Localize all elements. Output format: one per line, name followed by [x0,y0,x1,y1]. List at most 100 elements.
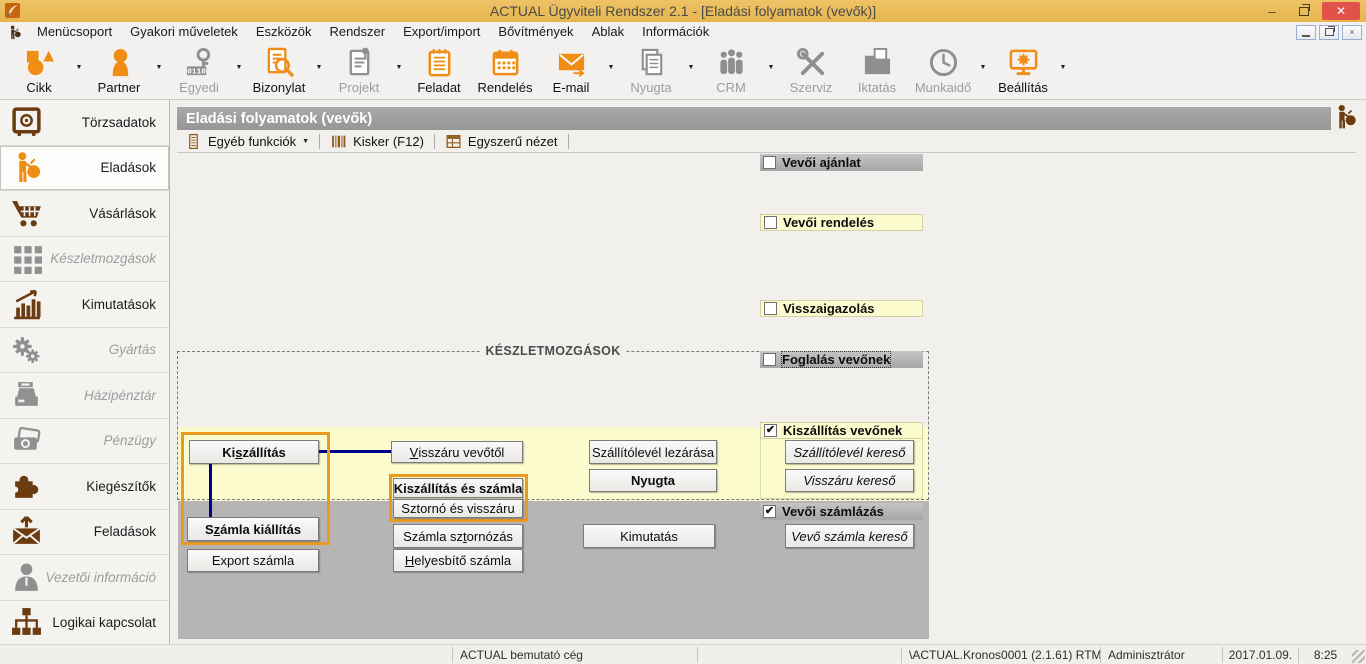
sidebar-item-label: Vezetői információ [45,570,156,585]
checkpoint-visszaigazolas[interactable]: Visszaigazolás [760,300,923,317]
menu-item-menucsoport[interactable]: Menücsoport [28,22,121,42]
toolbar-cikk[interactable]: Cikk [6,45,72,95]
people-icon [716,45,747,78]
toolbar-nyugta[interactable]: Nyugta [618,45,684,95]
checkbox-icon[interactable]: ✔ [763,505,776,518]
button-export-szamla[interactable]: Export számla [187,549,319,572]
button-vevo-szamla-kereso[interactable]: Vevő számla kereső [785,524,914,548]
sidebar-item-logikai-kapcsolat[interactable]: Logikai kapcsolat [0,601,169,646]
checkbox-icon[interactable] [763,353,776,366]
menu-item-ablak[interactable]: Ablak [583,22,634,42]
toolbar-munkaido[interactable]: Munkaidő [910,45,976,95]
sidebar-item-vezetoi-informacio[interactable]: Vezetői információ [0,555,169,601]
toolbar-projekt[interactable]: Projekt [326,45,392,95]
separator [319,134,320,149]
sidebar-item-eladasok[interactable]: Eladások [0,146,169,192]
checkbox-icon[interactable] [764,302,777,315]
sidebar-item-keszletmozgasok[interactable]: Készletmozgások [0,237,169,283]
dropdown-arrow-icon[interactable]: ▼ [976,51,990,84]
button-visszaru-kereso[interactable]: Visszáru kereső [785,469,914,492]
mdi-close-button[interactable]: × [1342,25,1362,40]
toolbar-beallitas[interactable]: Beállítás [990,45,1056,95]
status-cell-1 [3,647,452,663]
menu-item-eszkozok[interactable]: Eszközök [247,22,321,42]
toolbar-rendeles[interactable]: Rendelés [472,45,538,95]
toolbar-crm[interactable]: CRM [698,45,764,95]
button-kimutatas[interactable]: Kimutatás [583,524,715,548]
sidebar-item-gyartas[interactable]: Gyártás [0,328,169,374]
sidebar-item-penzugy[interactable]: Pénzügy [0,419,169,465]
button-szamla-sztornozas[interactable]: Számla sztornózás [393,524,523,548]
toolbar-e-mail[interactable]: E-mail [538,45,604,95]
menu-item-export-import[interactable]: Export/import [394,22,489,42]
dropdown-arrow-icon[interactable]: ▼ [764,51,778,84]
shapes-icon [24,45,55,78]
mdi-minimize-button[interactable] [1296,25,1316,40]
checkbox-icon[interactable] [763,156,776,169]
region-label: KÉSZLETMOZGÁSOK [480,344,625,358]
document-search-icon [264,45,295,78]
toolbar-egyedi[interactable]: 0110Egyedi [166,45,232,95]
dropdown-arrow-icon[interactable]: ▼ [684,51,698,84]
dropdown-arrow-icon[interactable]: ▼ [72,51,86,84]
dropdown-arrow-icon[interactable]: ▼ [1056,51,1070,84]
subtool-egyeb-funkciok[interactable]: Egyéb funkciók▼ [177,132,317,151]
toolbar-partner[interactable]: Partner [86,45,152,95]
toolbar-feladat[interactable]: Feladat [406,45,472,95]
button-nyugta[interactable]: Nyugta [589,469,717,492]
checkpoint-foglalas-vevonek[interactable]: Foglalás vevőnek [760,351,923,368]
button-szallitolevel-kereso[interactable]: Szállítólevél kereső [785,440,914,464]
dropdown-arrow-icon[interactable]: ▼ [152,51,166,84]
sidebar-item-label: Gyártás [52,342,156,357]
checkbox-icon[interactable]: ✔ [764,424,777,437]
dropdown-arrow-icon[interactable]: ▼ [312,51,326,84]
folder-document-icon [862,45,893,78]
monitor-gear-icon [1008,45,1039,78]
sidebar-item-feladasok[interactable]: Feladások [0,510,169,556]
sidebar-item-kiegeszitok[interactable]: Kiegészítők [0,464,169,510]
dropdown-arrow-icon[interactable]: ▼ [232,51,246,84]
subtool-egyszeru-nezet[interactable]: Egyszerű nézet [437,132,566,151]
toolbar-iktatas[interactable]: Iktatás [844,45,910,95]
subtool-kisker-f12[interactable]: Kisker (F12) [322,132,432,151]
button-szamla-kiallitas[interactable]: Számla kiállítás [187,517,319,541]
dropdown-arrow-icon[interactable]: ▼ [604,51,618,84]
mdi-restore-button[interactable] [1319,25,1339,40]
toolbar-szerviz[interactable]: Szerviz [778,45,844,95]
checkpoint-vevoi-rendeles[interactable]: Vevői rendelés [760,214,923,231]
menu-item-gyakori-muveletek[interactable]: Gyakori műveletek [121,22,247,42]
sidebar-item-vasarlasok[interactable]: Vásárlások [0,191,169,237]
restore-button[interactable] [1290,2,1318,20]
title-bar: ACTUAL Ügyviteli Rendszer 2.1 - [Eladási… [0,0,1366,22]
checkpoint-label: Vevői ajánlat [782,155,861,170]
button-sztorno-es-visszaru[interactable]: Sztornó és visszáru [393,499,523,518]
sidebar-item-hazipenztar[interactable]: Házipénztár [0,373,169,419]
cash-register-icon [10,379,52,412]
sidebar-item-kimutatasok[interactable]: Kimutatások [0,282,169,328]
checkpoint-vevoi-ajanlat[interactable]: Vevői ajánlat [760,154,923,171]
resize-grip[interactable] [1352,650,1365,663]
button-kiszallitas[interactable]: Kiszállítás [189,440,319,464]
checkbox-icon[interactable] [764,216,777,229]
checkpoint-vevoi-szamlazas[interactable]: ✔Vevői számlázás [760,503,923,520]
toolbar-label: Beállítás [998,80,1048,95]
calendar-icon [490,45,521,78]
button-szallitolevel-lezarasa[interactable]: Szállítólevél lezárása [589,440,717,464]
button-kiszallitas-es-szamla[interactable]: Kiszállítás és számla [393,478,523,498]
menu-item-informaciok[interactable]: Információk [633,22,718,42]
minimize-button[interactable]: – [1258,2,1286,20]
envelope-up-icon [10,515,52,548]
button-helyesbito-szamla[interactable]: Helyesbítő számla [393,549,523,572]
sidebar-item-torzsadatok[interactable]: Törzsadatok [0,100,169,146]
checkpoint-kiszallitas-vevonek[interactable]: ✔Kiszállítás vevőnek [760,422,923,439]
application-window: ACTUAL Ügyviteli Rendszer 2.1 - [Eladási… [0,0,1366,664]
menu-item-rendszer[interactable]: Rendszer [320,22,394,42]
menu-item-bovitmenyek[interactable]: Bővítmények [489,22,582,42]
toolbar-bizonylat[interactable]: Bizonylat [246,45,312,95]
toolbar-label: Munkaidő [915,80,971,95]
toolbar-label: Bizonylat [253,80,306,95]
button-visszaru-vevotol[interactable]: Visszáru vevőtől [391,441,523,463]
dropdown-arrow-icon[interactable]: ▼ [392,51,406,84]
toolbar-label: Partner [98,80,141,95]
close-button[interactable]: ✕ [1322,2,1360,20]
